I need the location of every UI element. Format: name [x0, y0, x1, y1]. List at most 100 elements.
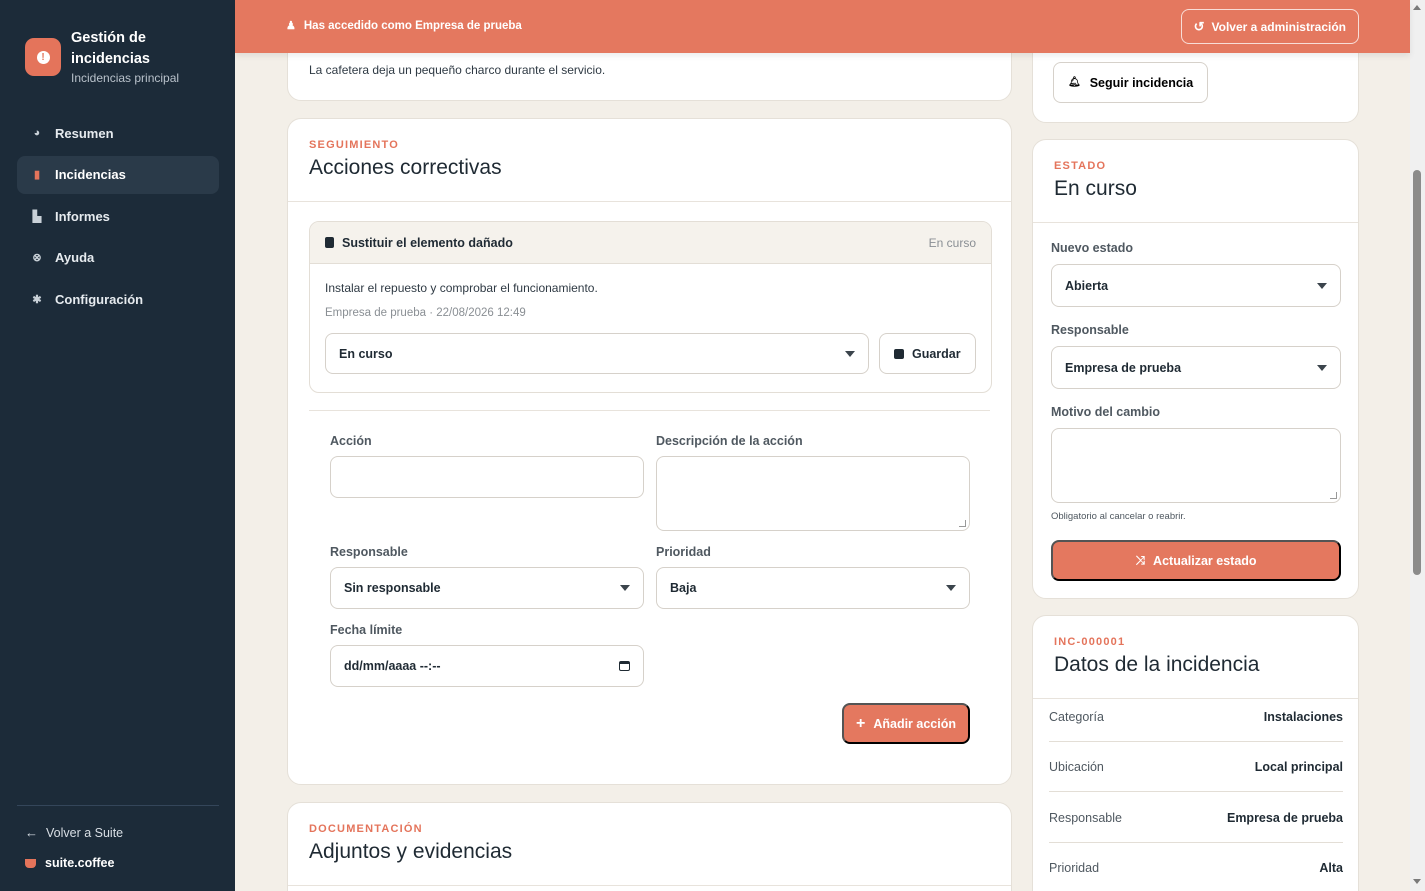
action-input[interactable] — [330, 456, 644, 498]
bell-icon: 🔔︎ — [1068, 77, 1081, 88]
reason-textarea[interactable] — [1051, 428, 1341, 503]
action-status: En curso — [928, 235, 976, 250]
form-divider — [309, 410, 990, 411]
shuffle-icon: ⤨ — [1135, 553, 1146, 567]
section-divider — [288, 885, 1011, 886]
detail-row-category: Categoría Instalaciones — [1049, 692, 1343, 742]
user-icon: ♟ — [286, 20, 296, 32]
state-owner-value: Empresa de prueba — [1065, 360, 1182, 375]
brand[interactable]: ! Gestión de incidencias Incidencias pri… — [25, 28, 181, 86]
banner-text: Has accedido como Empresa de prueba — [303, 19, 522, 32]
action-description-label: Descripción de la acción — [656, 434, 803, 448]
sidebar-divider — [17, 805, 219, 806]
sidebar-item-label: Configuración — [55, 291, 144, 307]
update-state-button[interactable]: ⤨ Actualizar estado — [1051, 540, 1341, 581]
sidebar: ! Gestión de incidencias Incidencias pri… — [0, 0, 235, 891]
help-circle-icon: ⊗ — [32, 252, 42, 264]
sidebar-item-incidencias[interactable]: ▮ Incidencias — [17, 155, 219, 194]
detail-value: Alta — [1319, 860, 1343, 875]
chevron-down-icon — [1317, 364, 1327, 371]
brand-subtitle: Incidencias principal — [71, 71, 180, 85]
owner-select[interactable]: Sin responsable — [330, 567, 644, 609]
state-card: ESTADO En curso Nuevo estado Abierta Res… — [1032, 139, 1359, 599]
sidebar-item-ayuda[interactable]: ⊗ Ayuda — [17, 239, 219, 277]
detail-row-location: Ubicación Local principal — [1049, 742, 1343, 792]
floppy-disk-icon — [894, 348, 904, 359]
sidebar-item-configuracion[interactable]: ✱ Configuración — [17, 280, 219, 318]
detail-key: Prioridad — [1049, 860, 1100, 875]
detail-key: Responsable — [1049, 810, 1122, 825]
section-eyebrow: ESTADO — [1054, 160, 1107, 172]
due-date-input[interactable]: dd/mm/aaaa --:-- — [330, 645, 644, 687]
resize-handle-icon[interactable] — [959, 520, 966, 527]
banner-message: ♟ Has accedido como Empresa de prueba — [286, 19, 522, 33]
state-owner-label: Responsable — [1051, 323, 1129, 337]
chevron-down-icon — [1317, 282, 1327, 289]
owner-select-value: Sin responsable — [344, 581, 441, 595]
action-field-label: Acción — [330, 434, 372, 448]
detail-value: Local principal — [1254, 759, 1343, 774]
sidebar-item-informes[interactable]: ▙ Informes — [17, 197, 219, 235]
back-to-suite-label: Volver a Suite — [46, 825, 124, 840]
reason-label: Motivo del cambio — [1051, 405, 1161, 419]
follow-incident-label: Seguir incidencia — [1089, 75, 1194, 90]
calendar-icon[interactable] — [619, 661, 630, 671]
back-to-admin-button[interactable]: ↺ Volver a administración — [1180, 9, 1359, 44]
due-date-value: dd/mm/aaaa --:-- — [344, 659, 441, 673]
gear-icon: ✱ — [32, 293, 42, 306]
scroll-down-arrow-icon[interactable] — [1413, 879, 1421, 884]
priority-select[interactable]: Baja — [656, 567, 970, 609]
action-status-select[interactable]: En curso — [325, 333, 869, 374]
chevron-down-icon — [845, 350, 855, 357]
owner-label: Responsable — [330, 545, 408, 559]
sidebar-item-label: Informes — [55, 208, 110, 224]
brand-title: Gestión de incidencias — [71, 30, 150, 67]
action-meta: Empresa de prueba · 22/08/2026 12:49 — [325, 307, 526, 319]
detail-value: Instalaciones — [1263, 709, 1343, 724]
undo-icon: ↺ — [1193, 18, 1205, 34]
app-logo-icon: ! — [25, 38, 61, 76]
action-description-textarea[interactable] — [656, 456, 970, 531]
back-to-admin-label: Volver a administración — [1211, 19, 1347, 34]
pie-chart-icon: ◕ — [33, 127, 41, 139]
bar-chart-icon: ▙ — [32, 210, 42, 223]
follow-incident-button[interactable]: 🔔︎ Seguir incidencia — [1053, 62, 1209, 103]
section-eyebrow: DOCUMENTACIÓN — [309, 823, 423, 835]
chevron-down-icon — [620, 585, 630, 591]
clipboard-check-icon — [325, 237, 334, 248]
sidebar-item-resumen[interactable]: ◕ Resumen — [17, 114, 219, 152]
resize-handle-icon[interactable] — [1330, 492, 1337, 499]
scrollbar-thumb[interactable] — [1413, 170, 1421, 575]
detail-key: Categoría — [1049, 709, 1104, 724]
due-date-label: Fecha límite — [330, 623, 403, 637]
suite-brand-label: suite.coffee — [45, 856, 115, 870]
clipboard-icon: ▮ — [33, 169, 41, 181]
section-title: Adjuntos y evidencias — [309, 840, 513, 863]
detail-row-priority: Prioridad Alta — [1049, 843, 1343, 891]
reason-hint: Obligatorio al cancelar o reabrir. — [1051, 511, 1186, 522]
section-eyebrow: SEGUIMIENTO — [309, 139, 400, 151]
chevron-down-icon — [946, 585, 956, 591]
new-state-select[interactable]: Abierta — [1051, 264, 1341, 307]
sidebar-item-label: Ayuda — [55, 250, 95, 265]
suite-brand-link[interactable]: suite.coffee — [25, 856, 114, 870]
attachments-card: DOCUMENTACIÓN Adjuntos y evidencias — [287, 802, 1012, 891]
back-to-suite-link[interactable]: ← Volver a Suite — [25, 825, 123, 840]
add-action-button[interactable]: + Añadir acción — [842, 703, 970, 744]
update-state-label: Actualizar estado — [1153, 553, 1257, 568]
state-owner-select[interactable]: Empresa de prueba — [1051, 346, 1341, 389]
sidebar-item-label: Resumen — [55, 125, 114, 141]
incident-description: La cafetera deja un pequeño charco duran… — [309, 63, 606, 77]
incident-id: INC-000001 — [1054, 636, 1126, 648]
sidebar-item-label: Incidencias — [55, 167, 126, 182]
current-state: En curso — [1054, 177, 1137, 200]
priority-label: Prioridad — [656, 545, 711, 559]
save-action-button[interactable]: Guardar — [879, 333, 976, 374]
scroll-up-arrow-icon[interactable] — [1413, 5, 1421, 10]
detail-value: Empresa de prueba — [1226, 810, 1343, 825]
action-status-select-value: En curso — [339, 346, 393, 361]
section-title: Datos de la incidencia — [1054, 653, 1260, 676]
action-item: Sustituir el elemento dañado En curso In… — [309, 221, 992, 393]
new-state-label: Nuevo estado — [1051, 241, 1133, 255]
section-title: Acciones correctivas — [309, 156, 502, 179]
